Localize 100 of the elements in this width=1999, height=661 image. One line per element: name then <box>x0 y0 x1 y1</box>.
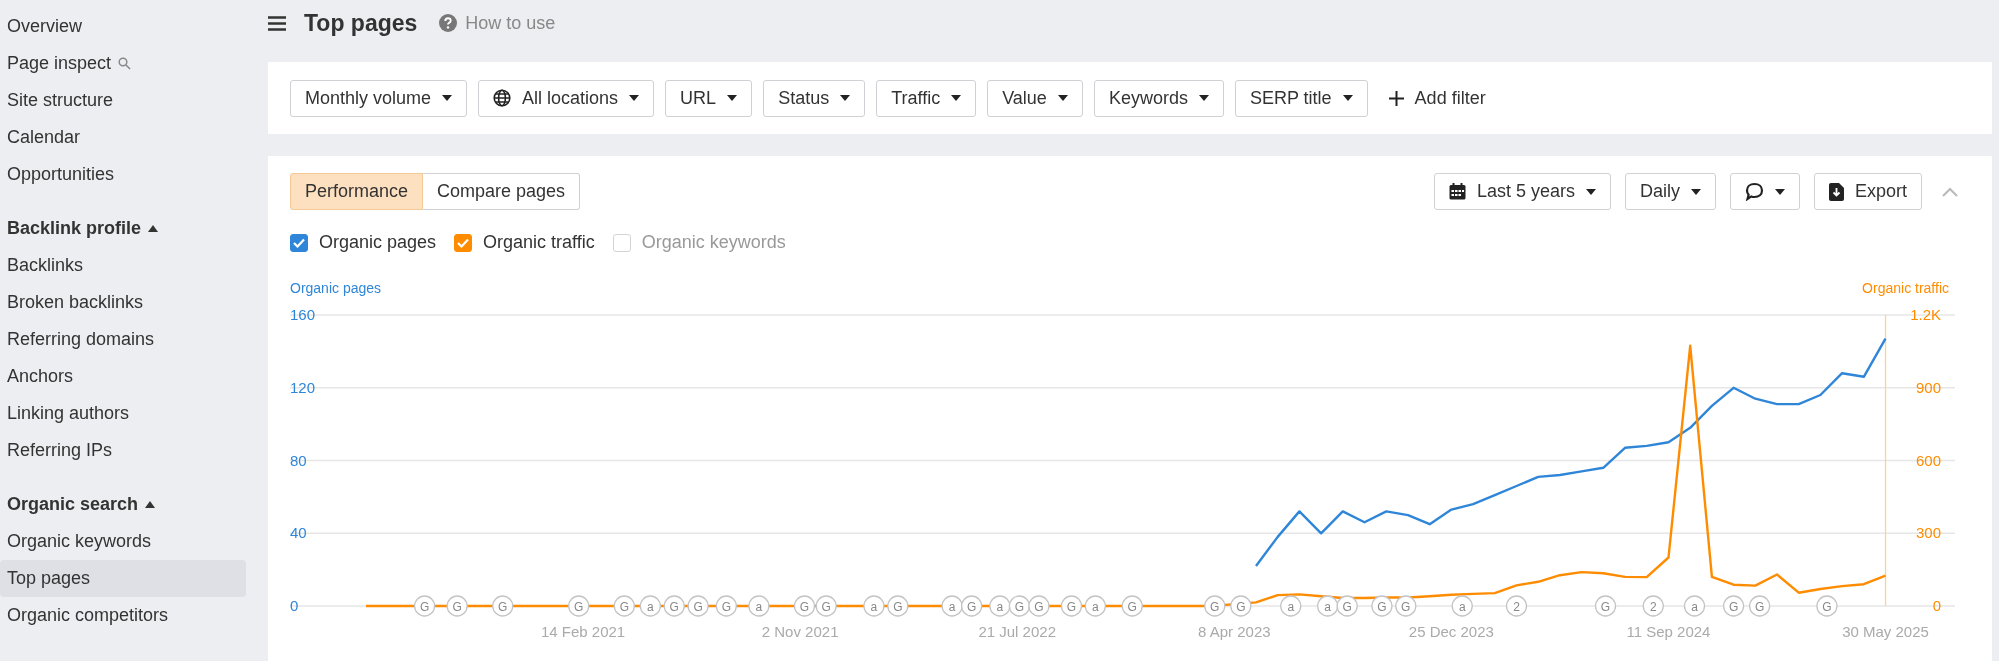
section-heading[interactable]: Backlink profile <box>0 209 246 247</box>
event-marker[interactable]: G <box>887 595 909 617</box>
caret-down-icon <box>727 95 738 101</box>
sidebar-item[interactable]: Calendar <box>0 119 246 156</box>
filter-dropdown[interactable]: All locations <box>478 79 655 117</box>
event-marker[interactable]: G <box>715 595 737 617</box>
filter-dropdown[interactable]: Status <box>763 79 866 117</box>
sidebar-item[interactable]: Organic keywords <box>0 523 246 560</box>
event-marker[interactable]: G <box>1336 595 1358 617</box>
file-download-icon <box>1828 182 1844 201</box>
axis-title: Organic traffic <box>1862 280 1949 296</box>
event-marker[interactable]: G <box>413 595 436 617</box>
interval-dropdown[interactable]: Daily <box>1624 173 1716 210</box>
caret-down-icon <box>442 95 453 101</box>
event-marker[interactable]: G <box>1230 595 1252 617</box>
axis-tick-label: 2 Nov 2021 <box>761 623 839 640</box>
caret-down-icon <box>840 95 851 101</box>
event-marker[interactable]: G <box>1121 595 1143 617</box>
event-marker[interactable]: a <box>989 595 1011 617</box>
sidebar-item[interactable]: Top pages <box>0 560 246 597</box>
filter-dropdown[interactable]: Traffic <box>876 79 977 117</box>
checkbox[interactable] <box>454 233 473 252</box>
section-heading[interactable]: Organic search <box>0 485 246 523</box>
sidebar-item[interactable]: Broken backlinks <box>0 284 246 321</box>
checkmark-icon <box>457 237 470 248</box>
caret-down-icon <box>1342 95 1353 101</box>
event-marker[interactable]: G <box>1008 595 1031 617</box>
event-marker[interactable]: a <box>863 595 885 617</box>
axis-tick-label: 8 Apr 2023 <box>1198 623 1271 640</box>
sidebar-item[interactable]: Referring domains <box>0 321 246 358</box>
export-button[interactable]: Export <box>1813 173 1922 210</box>
series-checkbox[interactable]: Organic traffic <box>454 232 595 253</box>
caret-down-icon <box>629 95 640 101</box>
event-marker[interactable]: a <box>748 595 770 617</box>
filter-dropdown[interactable]: Keywords <box>1093 79 1224 117</box>
filter-dropdown[interactable]: SERP title <box>1234 79 1368 117</box>
filter-dropdown[interactable]: URL <box>665 79 753 117</box>
sidebar-item[interactable]: Referring IPs <box>0 432 246 469</box>
event-marker[interactable]: a <box>941 595 963 617</box>
search-icon <box>118 57 132 70</box>
event-marker[interactable]: G <box>613 595 635 617</box>
sidebar-item[interactable]: Backlinks <box>0 247 246 284</box>
axis-tick-label: 160 <box>290 306 316 323</box>
event-marker[interactable]: G <box>1722 595 1745 617</box>
event-marker[interactable]: 2 <box>1642 595 1664 617</box>
event-marker[interactable]: G <box>1060 595 1083 617</box>
sidebar-item[interactable]: Site structure <box>0 82 246 119</box>
sidebar-item[interactable]: Linking authors <box>0 395 246 432</box>
axis-tick-label: 80 <box>290 451 307 469</box>
event-marker[interactable]: G <box>793 595 816 617</box>
event-marker[interactable]: G <box>1028 595 1050 617</box>
sidebar-item[interactable]: Organic competitors <box>0 597 246 634</box>
event-marker[interactable]: G <box>1204 595 1226 617</box>
event-marker[interactable]: G <box>1749 595 1771 617</box>
view-tab[interactable]: Performance <box>290 173 424 210</box>
event-marker[interactable]: G <box>687 595 709 617</box>
event-marker[interactable]: G <box>663 595 685 617</box>
date-range-dropdown[interactable]: Last 5 years <box>1433 173 1611 210</box>
how-to-use-link[interactable]: How to use <box>439 12 556 34</box>
view-tab[interactable]: Compare pages <box>423 173 581 210</box>
event-marker[interactable]: G <box>492 595 514 617</box>
caret-down-icon <box>1690 188 1701 195</box>
axis-tick-label: 0 <box>290 597 299 614</box>
event-marker[interactable]: G <box>446 595 468 617</box>
speech-bubble-icon <box>1744 182 1764 201</box>
axis-tick-label: 120 <box>290 378 316 396</box>
event-marker[interactable]: 2 <box>1505 595 1528 617</box>
event-marker[interactable]: a <box>1451 595 1473 617</box>
event-marker[interactable]: G <box>1371 595 1393 617</box>
event-marker[interactable]: a <box>1084 595 1106 617</box>
event-marker[interactable]: G <box>961 595 983 617</box>
event-marker[interactable]: G <box>815 595 837 617</box>
axis-tick-label: 25 Dec 2023 <box>1408 623 1494 640</box>
sidebar-item[interactable]: Anchors <box>0 358 246 395</box>
collapse-chevron-icon[interactable] <box>1942 186 1958 197</box>
event-marker[interactable]: G <box>1594 595 1617 617</box>
event-marker[interactable]: a <box>1683 595 1706 617</box>
event-marker[interactable]: G <box>1816 595 1838 617</box>
filter-dropdown[interactable]: Value <box>987 79 1083 117</box>
filter-dropdown[interactable]: Monthly volume <box>290 79 468 117</box>
sidebar-item[interactable]: Overview <box>0 8 246 45</box>
event-marker[interactable]: G <box>568 595 590 617</box>
axis-tick-label: 21 Jul 2022 <box>978 623 1056 640</box>
menu-icon[interactable] <box>268 15 286 31</box>
annotations-dropdown[interactable] <box>1729 173 1800 210</box>
event-marker[interactable]: a <box>1280 595 1302 617</box>
event-marker[interactable]: G <box>1395 595 1417 617</box>
event-marker[interactable]: a <box>1317 595 1339 617</box>
checkbox[interactable] <box>290 233 308 252</box>
sidebar-item[interactable]: Page inspect <box>0 45 246 82</box>
caret-down-icon <box>1057 95 1068 101</box>
checkmark-icon <box>293 237 305 248</box>
axis-tick-label: 900 <box>1915 378 1941 396</box>
globe-icon <box>493 89 512 107</box>
axis-tick-label: 30 May 2025 <box>1842 623 1929 640</box>
event-marker[interactable]: a <box>639 595 661 617</box>
series-checkbox[interactable]: Organic keywords <box>612 232 786 253</box>
axis-tick-label: 0 <box>1932 597 1941 614</box>
sidebar-item[interactable]: Opportunities <box>0 156 246 193</box>
series-checkbox[interactable]: Organic pages <box>290 232 437 253</box>
